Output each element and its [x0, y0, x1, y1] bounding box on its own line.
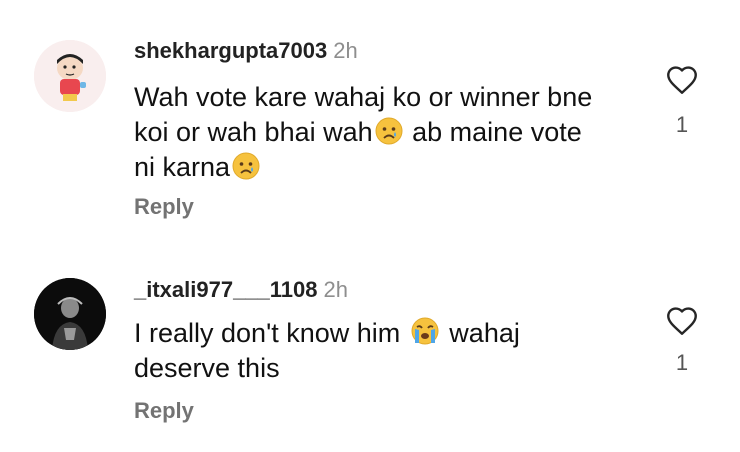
comment-line: koi or wah bhai wah ab maine vote	[134, 115, 634, 150]
comment-item: shekhargupta7003 2h Wah vote kare wahaj k…	[0, 0, 740, 240]
timestamp: 2h	[333, 38, 358, 63]
dark-portrait-avatar-icon	[34, 278, 106, 350]
comment-line: ni karna	[134, 150, 634, 185]
comment-text: Wah vote kare wahaj ko or winner bne koi…	[134, 80, 634, 185]
comment-line-text: deserve this	[134, 353, 280, 383]
avatar[interactable]	[34, 278, 106, 350]
username[interactable]: shekhargupta7003 2h	[134, 38, 358, 64]
loudly-crying-face-icon	[411, 317, 439, 345]
heart-icon[interactable]	[664, 63, 700, 97]
reply-button[interactable]: Reply	[134, 398, 194, 424]
username[interactable]: _itxali977___1108 2h	[134, 277, 348, 303]
like-count: 1	[675, 112, 689, 137]
avatar[interactable]	[34, 40, 106, 112]
cartoon-avatar-icon	[34, 40, 106, 112]
crying-face-icon	[232, 152, 260, 180]
username-text[interactable]: _itxali977___1108	[134, 277, 318, 302]
comment-text: I really don't know him wahaj deserve th…	[134, 316, 634, 386]
comment-line-text: koi or wah bhai wah	[134, 117, 373, 147]
comment-item: _itxali977___1108 2h I really don't know …	[0, 240, 740, 452]
comment-line: Wah vote kare wahaj ko or winner bne	[134, 80, 634, 115]
comment-line-text: Wah vote kare wahaj ko or winner bne	[134, 82, 593, 112]
timestamp: 2h	[323, 277, 348, 302]
reply-button[interactable]: Reply	[134, 194, 194, 220]
comment-line-text: wahaj	[441, 318, 520, 348]
crying-face-icon	[375, 117, 403, 145]
comment-line-text: ab maine vote	[404, 117, 582, 147]
heart-icon[interactable]	[664, 304, 700, 338]
comment-line-text: ni karna	[134, 152, 231, 182]
like-count: 1	[675, 350, 689, 375]
comment-line-text: I really don't know him	[134, 318, 401, 348]
username-text[interactable]: shekhargupta7003	[134, 38, 327, 63]
comment-line: I really don't know him wahaj	[134, 316, 634, 351]
comment-line: deserve this	[134, 351, 634, 386]
